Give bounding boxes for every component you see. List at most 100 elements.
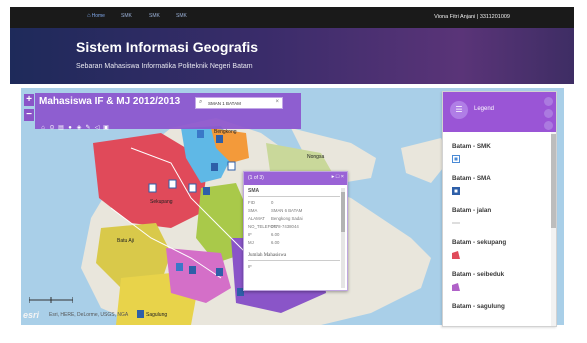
field-value: SMAN 6 BATAM — [271, 208, 303, 213]
field-value: 0778-7438044 — [271, 224, 299, 229]
edit-icon[interactable]: ✎ — [84, 124, 92, 133]
layers-icon[interactable]: ▤ — [57, 124, 65, 133]
school-marker[interactable] — [137, 310, 144, 318]
legend-item: Batam - SMA — [452, 175, 547, 207]
school-marker[interactable] — [203, 187, 210, 195]
list-icon[interactable]: ☰ — [450, 101, 468, 119]
user-info[interactable]: Viona Fitri Anjani | 3311201009 — [434, 14, 510, 20]
close-icon[interactable]: × — [341, 174, 344, 180]
legend-expand-button[interactable] — [544, 121, 553, 130]
polygon-swatch-icon — [452, 283, 460, 291]
zoom-out-button[interactable]: − — [24, 109, 34, 121]
legend-label: Batam - seibeduk — [452, 271, 505, 278]
popup-section-detail: IF — [248, 264, 252, 269]
feature-popup[interactable]: (1 of 3) ▸ □ × SMA FID 0 SMA SMAN 6 BATAM … — [243, 171, 348, 291]
road-line-icon — [452, 222, 460, 224]
scale-bar — [29, 297, 73, 303]
popup-controls: ▸ □ × — [332, 174, 344, 180]
popup-field: SMA SMAN 6 BATAM — [248, 208, 340, 213]
page-subtitle: Sebaran Mahasiswa Informatika Politeknik… — [76, 63, 253, 70]
popup-scroll-thumb[interactable] — [341, 192, 345, 232]
map-label-sagulung: Sagulung — [146, 312, 168, 318]
legend-close-button[interactable] — [544, 97, 553, 106]
share-icon[interactable]: ◁ — [93, 124, 101, 133]
school-marker[interactable] — [168, 179, 177, 189]
legend-list: Batam - SMK Batam - SMA Batam - jalan Ba… — [452, 143, 547, 326]
school-marker[interactable] — [189, 266, 196, 274]
popup-body: SMA FID 0 SMA SMAN 6 BATAM ALAMAT Bengkong … — [248, 188, 340, 288]
esri-logo: esri — [23, 310, 40, 320]
measure-icon[interactable]: ◈ — [75, 124, 83, 133]
legend-minimize-button[interactable] — [544, 109, 553, 118]
home-icon[interactable]: ⌂ — [39, 124, 47, 133]
legend-scrollbar[interactable] — [551, 132, 556, 326]
map-label-sekupang: Sekupang — [150, 199, 173, 205]
legend-label: Batam - sagulung — [452, 303, 505, 310]
field-key: MJ — [248, 240, 254, 245]
popup-section-title: Jumlah Mahasiswa — [248, 253, 340, 261]
nav-item-link[interactable]: SMK — [176, 13, 187, 19]
search-value: SMAN 1 BATAM — [208, 101, 241, 106]
legend-panel: ☰ Legend Batam - SMK Batam - SMA Batam -… — [442, 91, 557, 327]
field-value: 0 — [271, 200, 274, 205]
school-marker[interactable] — [216, 268, 223, 276]
school-marker[interactable] — [216, 135, 223, 143]
popup-scrollbar[interactable] — [341, 188, 345, 288]
field-value: 6.00 — [271, 240, 280, 245]
school-icon — [452, 187, 460, 195]
search-icon[interactable]: ● — [66, 124, 74, 133]
legend-item: Batam - jalan — [452, 207, 547, 239]
field-key: NO_TELEFON — [248, 224, 277, 229]
school-marker[interactable] — [227, 161, 236, 171]
zoom-icon[interactable]: ⊙ — [48, 124, 56, 133]
map-toolbar: ⌂ ⊙ ▤ ● ◈ ✎ ◁ ▣ — [39, 116, 111, 131]
popup-field: MJ 6.00 — [248, 240, 340, 245]
school-marker[interactable] — [211, 163, 218, 171]
page-title: Sistem Informasi Geografis — [76, 39, 259, 55]
polygon-swatch-icon — [452, 251, 460, 259]
home-icon: ⌂ — [87, 13, 91, 19]
map-label-nongsa: Nongsa — [307, 154, 325, 160]
school-marker[interactable] — [148, 183, 157, 193]
school-marker[interactable] — [188, 183, 197, 193]
nav-home-link[interactable]: ⌂Home — [87, 13, 105, 19]
popup-field: IF 6.00 — [248, 232, 340, 237]
legend-scroll-thumb[interactable] — [551, 134, 556, 228]
print-icon[interactable]: ▣ — [102, 124, 110, 133]
school-marker[interactable] — [197, 130, 204, 138]
maximize-icon[interactable]: □ — [336, 174, 339, 180]
field-value: 6.00 — [271, 232, 280, 237]
nav-sma-link[interactable]: SMK — [149, 13, 160, 19]
field-key: ALAMAT — [248, 216, 265, 221]
popup-header: (1 of 3) ▸ □ × — [244, 172, 347, 185]
map-label-batu-aji: Batu Aji — [117, 238, 134, 244]
popup-count: (1 of 3) — [248, 175, 264, 181]
popup-field: FID 0 — [248, 200, 340, 205]
layer-title: Mahasiswa IF & MJ 2012/2013 — [39, 96, 181, 107]
next-icon[interactable]: ▸ — [332, 174, 335, 180]
legend-item: Batam - sagulung — [452, 303, 547, 326]
search-input[interactable]: ⌕ SMAN 1 BATAM × — [195, 97, 283, 109]
map-label-bengkong: Bengkong — [214, 129, 237, 135]
nav-home-label: Home — [91, 13, 105, 19]
popup-field: NO_TELEFON 0778-7438044 — [248, 224, 340, 229]
legend-title: Legend — [474, 106, 495, 112]
zoom-in-button[interactable]: + — [24, 94, 34, 106]
field-key: SMA — [248, 208, 258, 213]
field-key: FID — [248, 200, 255, 205]
popup-field: ALAMAT Bengkong Sadai — [248, 216, 340, 221]
nav-smk-link[interactable]: SMK — [121, 13, 132, 19]
map-attribution: Esri, HERE, DeLorme, USGS, NGA — [49, 312, 129, 318]
close-icon[interactable]: × — [275, 99, 279, 105]
field-value: Bengkong Sadai — [271, 216, 303, 221]
school-marker[interactable] — [176, 263, 183, 271]
layer-panel: Mahasiswa IF & MJ 2012/2013 ⌕ SMAN 1 BAT… — [35, 93, 301, 131]
legend-label: Batam - SMK — [452, 143, 491, 150]
school-icon — [452, 155, 460, 163]
legend-item: Batam - seibeduk — [452, 271, 547, 303]
header-banner: Sistem Informasi Geografis Sebaran Mahas… — [10, 28, 574, 84]
search-icon: ⌕ — [199, 99, 203, 105]
legend-label: Batam - sekupang — [452, 239, 507, 246]
legend-label: Batam - jalan — [452, 207, 492, 214]
popup-layer-name: SMA — [248, 188, 340, 197]
